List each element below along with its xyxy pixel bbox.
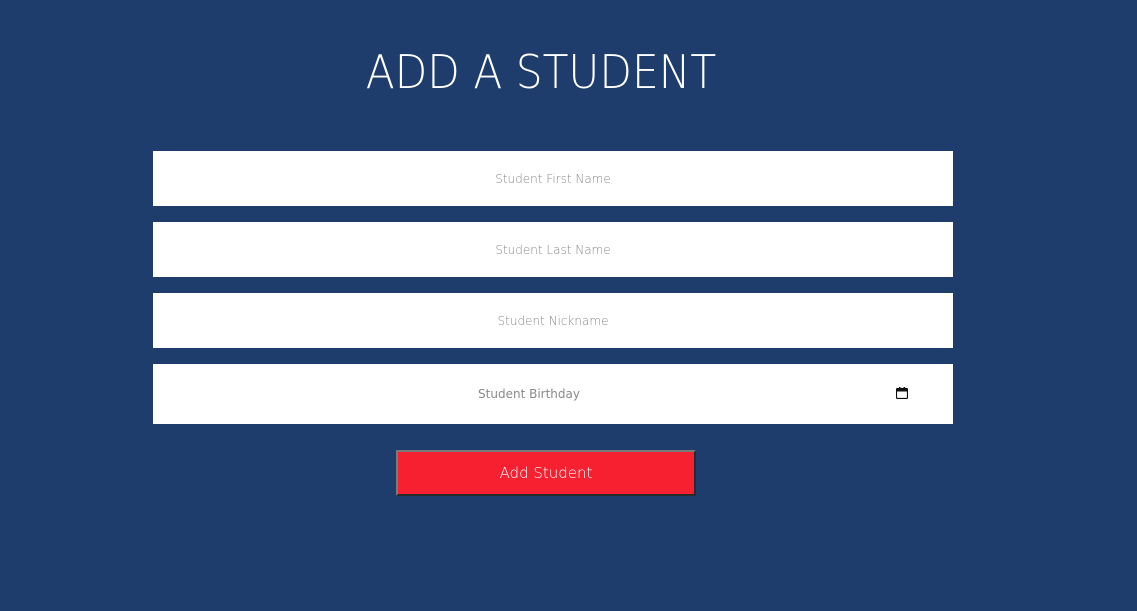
last-name-field-container [153,222,953,277]
birthday-input[interactable]: Student Birthday [153,364,953,424]
nickname-field-container [153,293,953,348]
last-name-input[interactable] [153,222,953,277]
add-student-button[interactable]: Add Student [396,450,696,496]
page-title: ADD A STUDENT [365,45,717,99]
add-student-page: ADD A STUDENT Student Birthday Add Stude… [0,0,1137,611]
first-name-field-container [153,151,953,206]
calendar-icon[interactable] [896,387,908,399]
birthday-label: Student Birthday [478,387,580,401]
first-name-input[interactable] [153,151,953,206]
nickname-input[interactable] [153,293,953,348]
